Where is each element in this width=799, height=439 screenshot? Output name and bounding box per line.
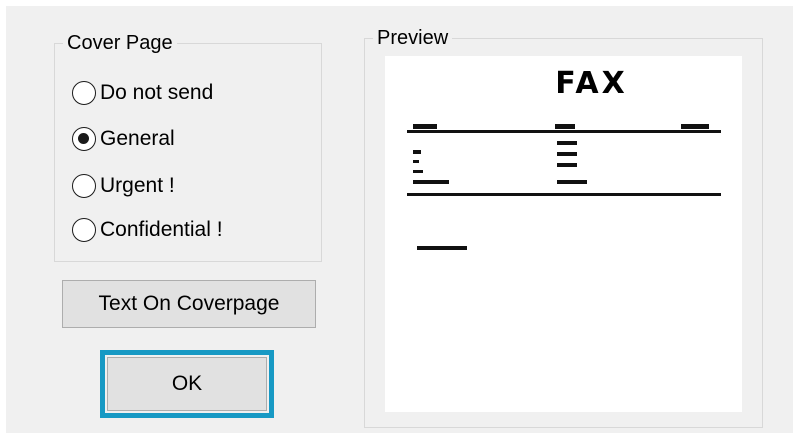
field-line	[413, 150, 421, 154]
cover-page-group: Cover Page Do not send General Urgent ! …	[54, 32, 322, 262]
field-line	[557, 152, 577, 156]
text-on-coverpage-button[interactable]: Text On Coverpage	[62, 280, 316, 328]
radio-confidential-circle[interactable]	[72, 218, 96, 242]
field-line	[413, 170, 423, 173]
field-line	[557, 180, 587, 184]
header-field-marker	[413, 124, 437, 129]
radio-do-not-send-label: Do not send	[100, 81, 214, 104]
radio-general-label: General	[100, 127, 175, 150]
radio-confidential-label: Confidential !	[100, 218, 223, 241]
radio-confidential[interactable]: Confidential !	[72, 215, 223, 245]
preview-group: Preview FAX	[364, 27, 763, 428]
divider-rule	[407, 193, 721, 196]
cover-page-group-title: Cover Page	[63, 32, 177, 54]
radio-general[interactable]: General	[72, 124, 175, 154]
field-line	[557, 141, 577, 145]
radio-urgent-circle[interactable]	[72, 174, 96, 198]
cover-page-dialog: Cover Page Do not send General Urgent ! …	[6, 6, 793, 433]
header-rule	[407, 130, 721, 133]
radio-do-not-send[interactable]: Do not send	[72, 78, 213, 108]
preview-group-title: Preview	[373, 27, 453, 49]
radio-urgent[interactable]: Urgent !	[72, 171, 175, 201]
header-field-marker	[681, 124, 709, 129]
field-line	[557, 163, 577, 167]
radio-do-not-send-circle[interactable]	[72, 81, 96, 105]
body-text-line	[417, 246, 467, 250]
header-field-marker	[555, 124, 575, 129]
radio-urgent-label: Urgent !	[100, 174, 175, 197]
field-line	[413, 160, 419, 163]
field-line	[413, 180, 449, 184]
fax-heading: FAX	[555, 66, 628, 101]
radio-general-circle[interactable]	[72, 127, 96, 151]
fax-preview-page: FAX	[385, 56, 742, 412]
ok-button[interactable]: OK	[107, 357, 267, 411]
